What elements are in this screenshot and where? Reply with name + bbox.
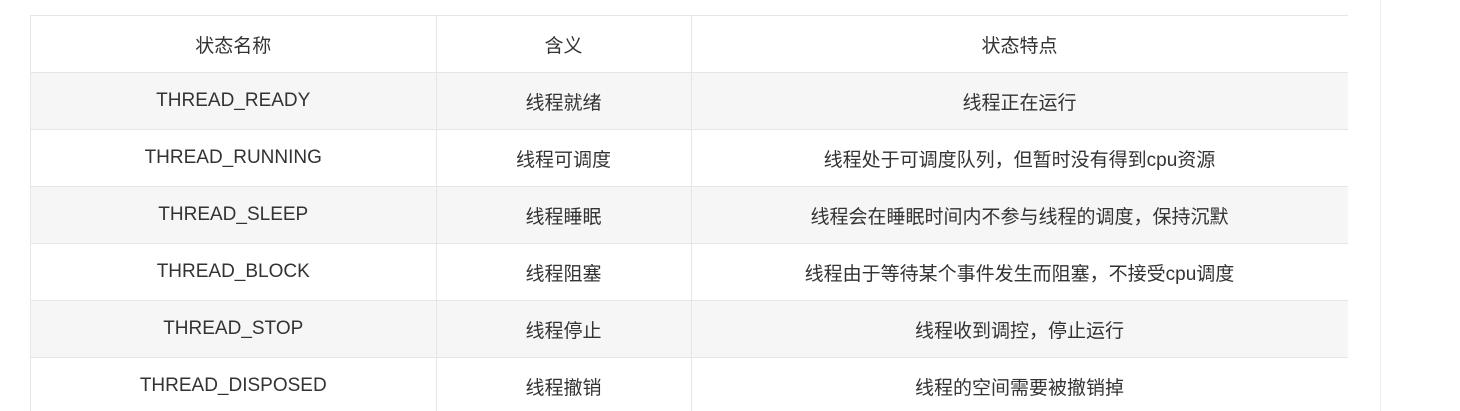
cell-meaning: 线程撤销 <box>436 357 692 411</box>
cell-state-name: THREAD_RUNNING <box>31 129 437 187</box>
cell-state-features: 线程正在运行 <box>691 72 1348 130</box>
table-header-row: 状态名称 含义 状态特点 <box>31 16 1348 73</box>
table-row: THREAD_SLEEP 线程睡眠 线程会在睡眠时间内不参与线程的调度，保持沉默 <box>31 186 1348 244</box>
cell-state-features: 线程由于等待某个事件发生而阻塞，不接受cpu调度 <box>691 243 1348 301</box>
cell-state-name: THREAD_BLOCK <box>31 243 437 301</box>
cell-meaning: 线程睡眠 <box>436 186 692 244</box>
thread-state-table-container: 状态名称 含义 状态特点 THREAD_READY 线程就绪 线程正在运行 TH… <box>30 15 1348 411</box>
cell-state-name: THREAD_SLEEP <box>31 186 437 244</box>
table-row: THREAD_BLOCK 线程阻塞 线程由于等待某个事件发生而阻塞，不接受cpu… <box>31 243 1348 301</box>
cell-state-name: THREAD_DISPOSED <box>31 357 437 411</box>
cell-state-features: 线程收到调控，停止运行 <box>691 300 1348 358</box>
header-meaning: 含义 <box>436 16 692 73</box>
header-state-name: 状态名称 <box>31 16 437 73</box>
page-divider <box>1380 0 1381 411</box>
cell-meaning: 线程阻塞 <box>436 243 692 301</box>
page: 状态名称 含义 状态特点 THREAD_READY 线程就绪 线程正在运行 TH… <box>0 0 1460 411</box>
cell-state-name: THREAD_STOP <box>31 300 437 358</box>
table-row: THREAD_STOP 线程停止 线程收到调控，停止运行 <box>31 300 1348 358</box>
cell-state-features: 线程处于可调度队列，但暂时没有得到cpu资源 <box>691 129 1348 187</box>
thread-state-table: 状态名称 含义 状态特点 THREAD_READY 线程就绪 线程正在运行 TH… <box>31 16 1348 411</box>
cell-state-name: THREAD_READY <box>31 72 437 130</box>
cell-meaning: 线程停止 <box>436 300 692 358</box>
cell-state-features: 线程会在睡眠时间内不参与线程的调度，保持沉默 <box>691 186 1348 244</box>
cell-meaning: 线程可调度 <box>436 129 692 187</box>
header-state-features: 状态特点 <box>691 16 1348 73</box>
cell-meaning: 线程就绪 <box>436 72 692 130</box>
table-row: THREAD_READY 线程就绪 线程正在运行 <box>31 72 1348 130</box>
table-row: THREAD_RUNNING 线程可调度 线程处于可调度队列，但暂时没有得到cp… <box>31 129 1348 187</box>
cell-state-features: 线程的空间需要被撤销掉 <box>691 357 1348 411</box>
table-row: THREAD_DISPOSED 线程撤销 线程的空间需要被撤销掉 <box>31 357 1348 411</box>
